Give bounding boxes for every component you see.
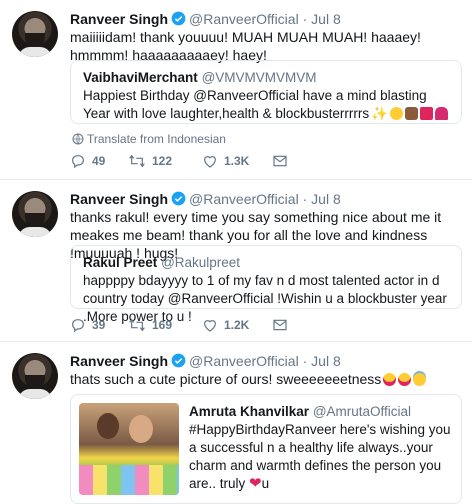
quoted-author-handle: @VMVMVMVMVM [201,70,317,85]
reply-count: 39 [92,318,106,332]
reply-icon [72,319,84,333]
separator-dot: · [302,11,308,27]
tweet-date[interactable]: Jul 8 [311,353,341,369]
avatar[interactable] [12,191,58,237]
tweet-1[interactable]: Ranveer Singh @RanveerOfficial · Jul 8 ma… [0,0,472,180]
quoted-author-handle: @AmrutaOfficial [312,404,412,419]
retweet-icon [129,318,145,332]
author-handle[interactable]: @RanveerOfficial [189,11,299,27]
tweet-header: Ranveer Singh @RanveerOfficial · Jul 8 [70,10,341,28]
dancer-emoji-icon [434,107,448,120]
retweet-count: 122 [152,154,173,168]
quoted-tweet[interactable]: Rakul Preet @Rakulpreet happppy bdayyyy … [70,245,462,324]
quoted-tweet[interactable]: Amruta Khanvilkar @AmrutaOfficial #Happy… [70,394,462,504]
like-button[interactable]: 1.2K [202,317,272,333]
author-name[interactable]: Ranveer Singh [70,11,168,27]
tweet-date[interactable]: Jul 8 [311,191,341,207]
quoted-author-name: Rakul Preet [83,255,158,270]
heart-eyes-emoji-icon [398,373,412,386]
heart-eyes-emoji-icon [383,373,397,386]
author-name[interactable]: Ranveer Singh [70,353,168,369]
quoted-tweet-text: #HappyBirthdayRanveer here's wishing you… [189,422,451,491]
verified-badge-icon [171,353,186,368]
tweet-actions: 39 169 1.2K [70,316,288,334]
reply-button[interactable]: 39 [70,317,128,333]
quoted-author-handle: @Rakulpreet [161,255,241,270]
cake-emoji-icon [404,107,418,120]
heart-icon [204,156,216,168]
separator-dot: · [302,353,308,369]
avatar[interactable] [12,353,58,399]
tweet-text: maiiiiidam! thank youuuu! MUAH MUAH MUAH… [70,29,421,63]
party-popper-emoji-icon [419,107,433,120]
author-handle[interactable]: @RanveerOfficial [189,353,299,369]
envelope-icon [273,319,287,331]
retweet-icon [129,154,145,168]
translate-label: Translate from Indonesian [87,132,226,146]
avatar[interactable] [12,11,58,57]
tweet-2[interactable]: Ranveer Singh @RanveerOfficial · Jul 8 th… [0,180,472,342]
heart-icon [204,320,216,332]
reply-button[interactable]: 49 [70,153,128,169]
separator-dot: · [302,191,308,207]
author-name[interactable]: Ranveer Singh [70,191,168,207]
reply-count: 49 [92,154,106,168]
reply-icon [72,155,84,169]
quoted-author-name: VaibhaviMerchant [83,70,198,85]
like-count: 1.3K [224,154,250,168]
tweet-text: thats such a cute picture of ours! sweee… [70,371,382,387]
dm-button[interactable] [272,317,288,333]
envelope-icon [273,155,287,167]
verified-badge-icon [171,11,186,26]
tweet-3[interactable]: Ranveer Singh @RanveerOfficial · Jul 8 th… [0,342,472,504]
quoted-tweet[interactable]: VaibhaviMerchant @VMVMVMVMVM Happiest Bi… [70,60,462,124]
sparkle-emoji-icon: ✨ [371,106,388,121]
tweet-header: Ranveer Singh @RanveerOfficial · Jul 8 [70,352,341,370]
tweet-date[interactable]: Jul 8 [311,11,341,27]
retweet-button[interactable]: 169 [128,317,202,333]
dm-button[interactable] [272,153,288,169]
like-button[interactable]: 1.3K [202,153,272,169]
smile-emoji-icon [389,107,403,120]
retweet-count: 169 [152,318,173,332]
retweet-button[interactable]: 122 [128,153,202,169]
translate-link[interactable]: Translate from Indonesian [72,132,226,146]
globe-icon [72,133,84,145]
quoted-tweet-image[interactable] [79,403,179,495]
tweet-actions: 49 122 1.3K [70,152,288,170]
halo-emoji-icon [413,373,427,386]
like-count: 1.2K [224,318,250,332]
author-handle[interactable]: @RanveerOfficial [189,191,299,207]
verified-badge-icon [171,191,186,206]
quoted-author-name: Amruta Khanvilkar [189,404,310,419]
tweet-header: Ranveer Singh @RanveerOfficial · Jul 8 [70,190,341,208]
